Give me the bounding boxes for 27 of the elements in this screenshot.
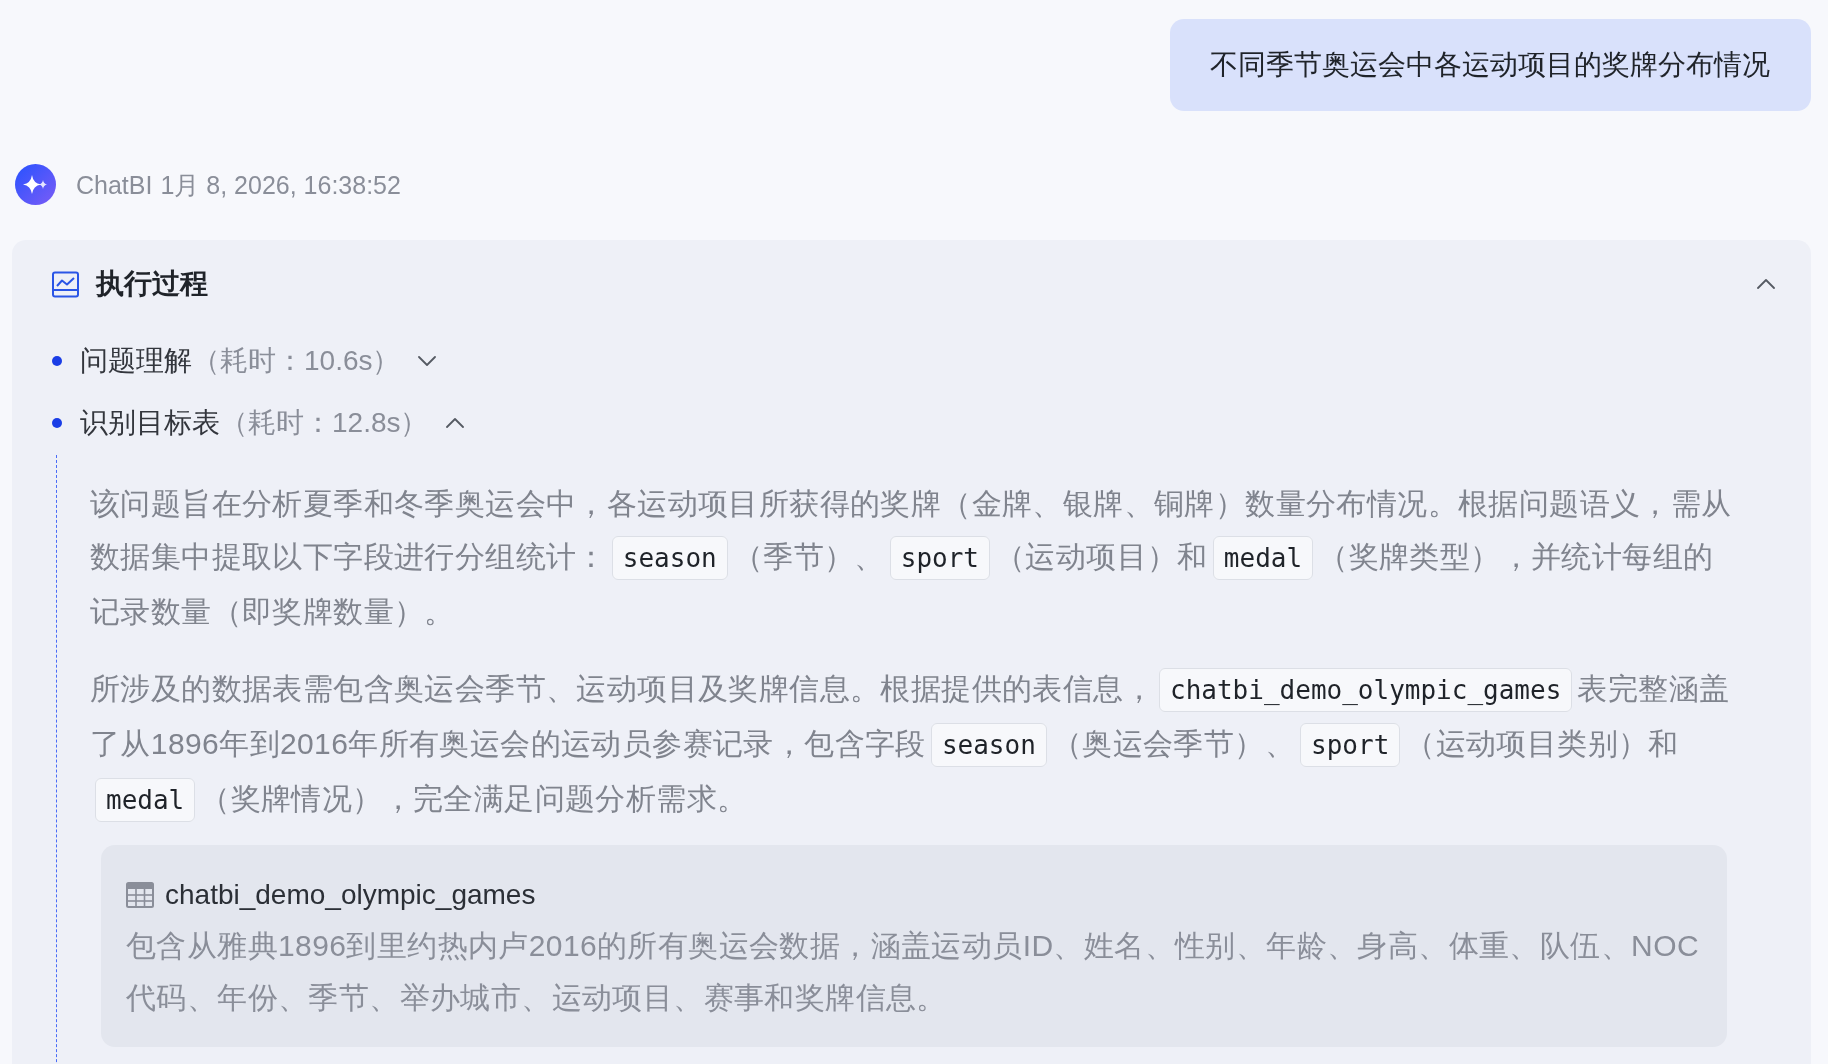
step-duration: （耗时：10.6s） <box>192 344 401 378</box>
bullet-icon <box>52 418 62 428</box>
step-title: 识别目标表 <box>80 406 220 440</box>
timestamp: 1月 8, 2026, 16:38:52 <box>160 169 401 201</box>
table-description: 包含从雅典1896到里约热内卢2016的所有奥运会数据，涵盖运动员ID、姓名、性别、年龄、身高、体重、队伍、NOC代码、年份、季节、举办城市、运动项目、赛事和奖牌信息。 <box>126 928 1700 1016</box>
bullet-icon <box>52 356 62 366</box>
inline-code: medal <box>95 778 196 822</box>
paragraph: 所涉及的数据表需包含奥运会季节、运动项目及奖牌信息。根据提供的表信息， chatbi_demo_olympic_games 表完整涵盖了从1896年到2016年所有奥运会的运动员参赛记录，包含字段 season （奥运会季节）、 sport （运动项目类别）和 medal （奖牌情况），完全满足问题分析需求。 <box>90 662 1742 827</box>
panel-title: 执行过程 <box>96 267 208 301</box>
sender-name: ChatBI <box>76 169 153 201</box>
inline-code: sport <box>889 536 990 580</box>
chart-icon <box>52 270 79 298</box>
step-duration: （耗时：12.8s） <box>220 406 429 440</box>
inline-code: chatbi_demo_olympic_games <box>1159 668 1573 712</box>
inline-code: medal <box>1212 536 1314 580</box>
inline-code: season <box>930 723 1047 767</box>
chevron-up-icon[interactable] <box>1757 279 1775 289</box>
user-message: 不同季节奥运会中各运动项目的奖牌分布情况 <box>1170 19 1811 111</box>
chevron-up-icon[interactable] <box>445 418 464 428</box>
table-icon <box>126 881 154 909</box>
sparkle-icon <box>15 164 56 205</box>
table-name: chatbi_demo_olympic_games <box>165 879 536 911</box>
step-title: 问题理解 <box>80 344 192 378</box>
inline-code: sport <box>1300 723 1401 767</box>
paragraph: 该问题旨在分析夏季和冬季奥运会中，各运动项目所获得的奖牌（金牌、银牌、铜牌）数量分布情况。根据问题语义，需从数据集中提取以下字段进行分组统计： season （季节）、 sport （运动项目）和 medal （奖牌类型），并统计每组的记录数量（即奖牌数量）。 <box>90 486 1733 630</box>
chevron-down-icon[interactable] <box>417 356 436 366</box>
inline-code: season <box>611 536 728 580</box>
